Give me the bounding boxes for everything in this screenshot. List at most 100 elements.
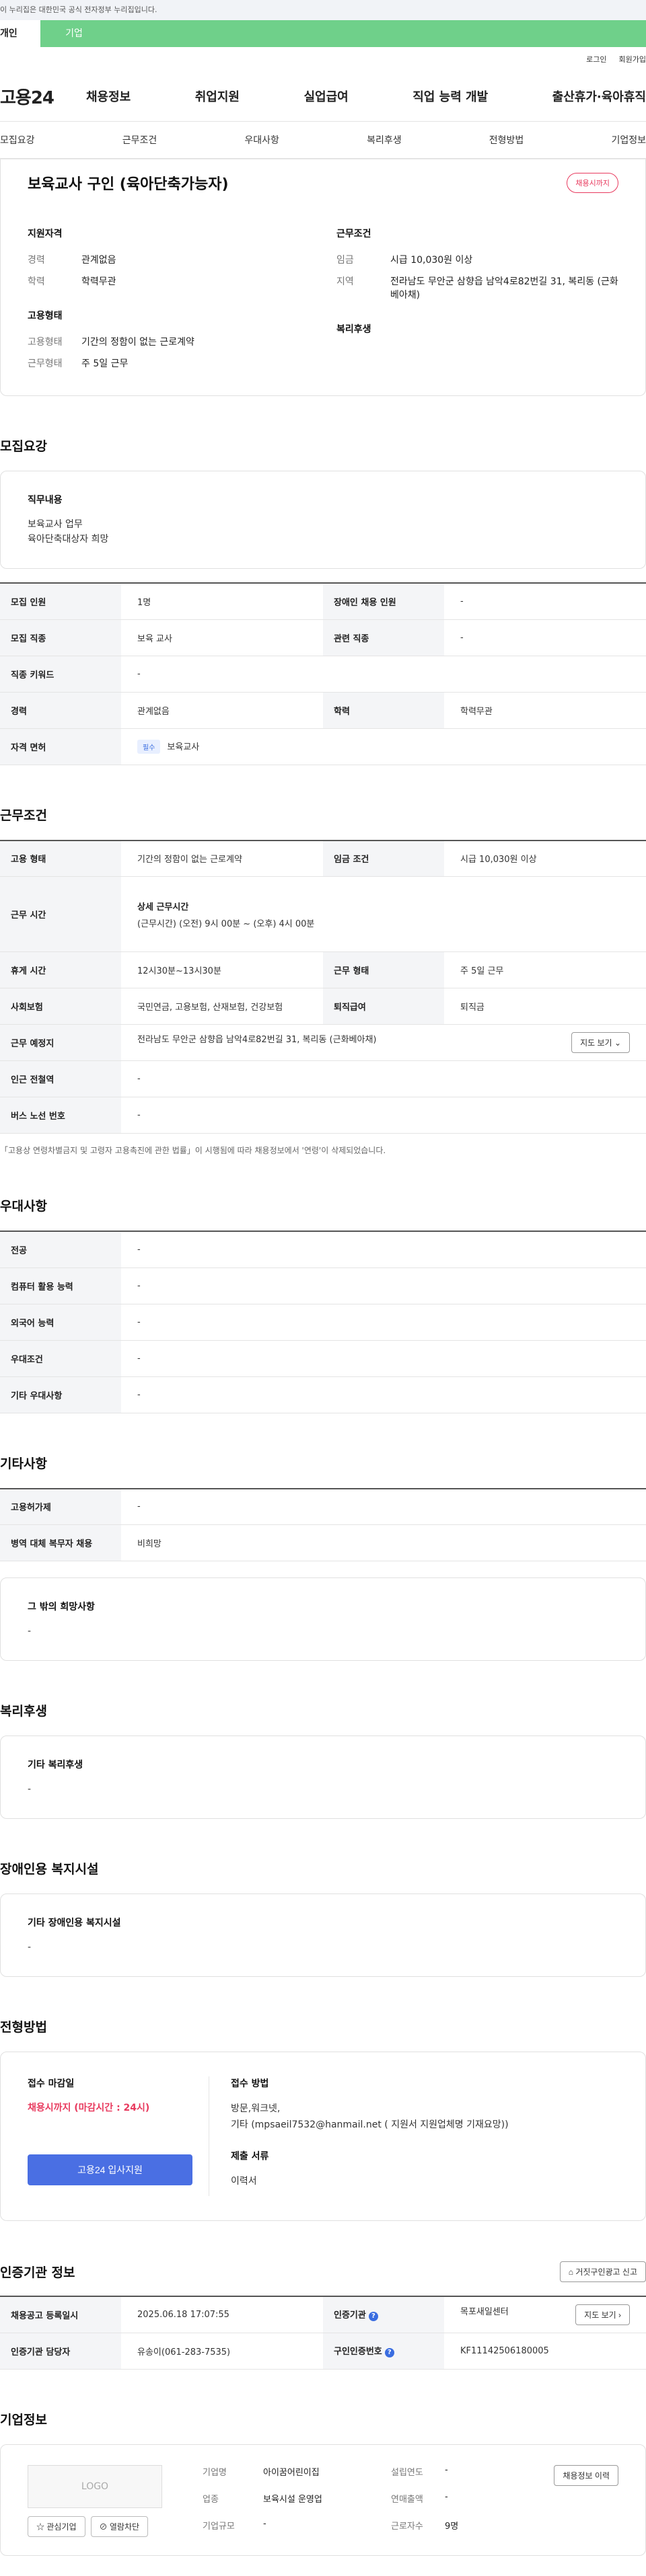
row-value: 비희망 — [121, 1524, 646, 1561]
duty-line: 보육교사 업무 — [28, 519, 83, 530]
anchor-work-conditions[interactable]: 근무조건 — [122, 133, 157, 147]
row-value: 전라남도 무안군 삼향읍 남악4로82번길 31, 복리동 (근화베아채) 지도 … — [121, 1024, 646, 1061]
row-label: 채용공고 등록일시 — [0, 2296, 121, 2333]
table-row: 기타 우대사항 - — [0, 1376, 646, 1413]
anchor-selection[interactable]: 전형방법 — [489, 133, 524, 147]
gov-banner: 이 누리집은 대한민국 공식 전자정부 누리집입니다. — [0, 0, 646, 20]
docs-value: 이력서 — [231, 2176, 257, 2187]
work-table: 고용 형태 기간의 정함이 없는 근로계약 임금 조건 시급 10,030원 이상 … — [0, 839, 646, 1134]
house-icon: ⌂ — [568, 2267, 573, 2277]
page: 이 누리집은 대한민국 공식 전자정부 누리집입니다. 개인 기업 로그인 회원… — [0, 0, 646, 2556]
disabled-sub-heading: 기타 장애인용 복지시설 — [28, 1918, 121, 1928]
emp-value: 주 5일 근무 — [81, 358, 129, 369]
site-logo[interactable]: 고용24 — [0, 84, 86, 109]
qual-value: 관계없음 — [81, 255, 116, 266]
company-field-value: 보육시설 운영업 — [263, 2494, 322, 2505]
other-wishes-card: 그 밖의 희망사항 - — [0, 1577, 646, 1661]
row-label: 외국어 능력 — [0, 1304, 121, 1341]
row-value: - — [121, 1304, 646, 1341]
agency-map-label: 지도 보기 — [584, 2310, 616, 2320]
table-row: 휴게 시간 12시30분~13시30분 근무 형태 주 5일 근무 — [0, 951, 646, 988]
anchor-preferences[interactable]: 우대사항 — [244, 133, 279, 147]
company-field-value: - — [263, 2518, 266, 2529]
row-value: 12시30분~13시30분 — [121, 951, 323, 988]
qual-label: 학력 — [28, 276, 45, 287]
row-label: 인근 전철역 — [0, 1060, 121, 1097]
gnb-unemployment-benefit[interactable]: 실업급여 — [304, 87, 349, 105]
gnb-skill-development[interactable]: 직업 능력 개발 — [412, 87, 488, 105]
welfare-sub-heading: 기타 복리후생 — [28, 1760, 83, 1770]
info-icon[interactable]: ? — [384, 2348, 394, 2357]
row-label: 휴게 시간 — [0, 951, 121, 988]
favorite-company-button[interactable]: ☆ 관심기업 — [28, 2515, 85, 2537]
table-row: 근무 시간 상세 근무시간 (근무시간) (오전) 9시 00분 ~ (오후) 4… — [0, 876, 646, 952]
row-value: - — [121, 1267, 646, 1304]
company-field-label: 업종 — [203, 2494, 219, 2505]
block-view-button[interactable]: ⊘ 열람차단 — [90, 2515, 149, 2537]
agency-map-button[interactable]: 지도 보기 › — [575, 2304, 630, 2325]
gnb-jobs[interactable]: 채용정보 — [86, 87, 131, 105]
method-heading: 접수 방법 — [231, 2078, 269, 2089]
signup-link[interactable]: 회원가입 — [619, 54, 646, 65]
apply-button[interactable]: 고용24 입사지원 — [28, 2154, 192, 2185]
row-label: 직종 키워드 — [0, 656, 121, 693]
deadline-heading: 접수 마감일 — [28, 2078, 75, 2089]
row-value: - — [121, 1060, 646, 1097]
row-label: 근무 예정지 — [0, 1024, 121, 1061]
qualification-heading: 지원자격 — [28, 229, 63, 239]
row-label: 전공 — [0, 1231, 121, 1268]
row-value: 목포새일센터 지도 보기 › — [444, 2296, 646, 2333]
license-value: 보육교사 — [167, 742, 200, 752]
company-field-value: - — [445, 2491, 448, 2502]
star-icon: ☆ — [36, 2522, 45, 2532]
row-label: 기타 우대사항 — [0, 1376, 121, 1413]
cert-agency-label: 인증기관 — [334, 2310, 366, 2321]
anchor-company[interactable]: 기업정보 — [611, 133, 646, 147]
table-row: 인증기관 담당자 유송이(061-283-7535) 구인인증번호? KF1114… — [0, 2333, 646, 2370]
report-fake-ad-label: 거짓구인광고 신고 — [575, 2267, 637, 2277]
conditions-heading: 근무조건 — [336, 229, 371, 239]
anchor-recruit[interactable]: 모집요강 — [0, 133, 35, 147]
disabled-card: 기타 장애인용 복지시설 - — [0, 1894, 646, 1977]
row-value: 2025.06.18 17:07:55 — [121, 2296, 323, 2333]
duty-heading: 직무내용 — [28, 495, 63, 506]
tab-company[interactable]: 기업 — [40, 20, 108, 47]
row-label: 퇴직급여 — [323, 988, 444, 1025]
job-history-button[interactable]: 채용정보 이력 — [554, 2464, 618, 2486]
row-value: 시급 10,030원 이상 — [444, 840, 646, 877]
info-icon[interactable]: ? — [368, 2312, 378, 2322]
tab-personal[interactable]: 개인 — [0, 20, 40, 47]
company-info-grid: 기업명 아이꿈어린이집 설립연도 - 업종 보육시설 운영업 연매출액 - 기업규모 - … — [176, 2465, 554, 2535]
table-row: 고용 형태 기간의 정함이 없는 근로계약 임금 조건 시급 10,030원 이상 — [0, 840, 646, 877]
job-title: 보육교사 구인 (육아단축가능자) — [28, 176, 229, 193]
duty-line: 육아단축대상자 희망 — [28, 534, 109, 545]
other-wishes-heading: 그 밖의 희망사항 — [28, 1602, 95, 1612]
gnb-employment-support[interactable]: 취업지원 — [195, 87, 240, 105]
row-label: 장애인 채용 인원 — [323, 583, 444, 620]
table-row: 컴퓨터 활용 능력 - — [0, 1267, 646, 1304]
row-label: 인증기관 담당자 — [0, 2333, 121, 2370]
gnb-parental-leave[interactable]: 출산휴가·육아휴직 — [552, 87, 646, 105]
row-value: 필수 보육교사 — [121, 728, 646, 765]
global-nav: 고용24 채용정보 취업지원 실업급여 직업 능력 개발 출산휴가·육아휴직 — [0, 71, 646, 122]
row-value: 1명 — [121, 583, 323, 620]
qual-label: 경력 — [28, 255, 45, 266]
row-value: - — [121, 1231, 646, 1268]
row-value: - — [121, 1488, 646, 1525]
company-field-label: 기업명 — [203, 2467, 227, 2478]
row-label: 구인인증번호? — [323, 2333, 444, 2370]
pref-section-title: 우대사항 — [0, 1199, 47, 1214]
section-anchor-nav: 모집요강 근무조건 우대사항 복리후생 전형방법 기업정보 — [0, 122, 646, 159]
row-label: 근무 형태 — [323, 951, 444, 988]
map-view-button[interactable]: 지도 보기 ⌄ — [571, 1032, 630, 1053]
company-section-title: 기업정보 — [0, 2412, 47, 2427]
login-link[interactable]: 로그인 — [586, 54, 606, 65]
row-label: 관련 직종 — [323, 619, 444, 656]
table-row: 외국어 능력 - — [0, 1304, 646, 1341]
cond-label: 지역 — [336, 276, 354, 287]
report-fake-ad-button[interactable]: ⌂ 거짓구인광고 신고 — [559, 2261, 646, 2282]
table-row: 모집 인원 1명 장애인 채용 인원 - — [0, 583, 646, 620]
anchor-welfare[interactable]: 복리후생 — [367, 133, 402, 147]
company-field-value: 9명 — [445, 2521, 459, 2532]
row-value: - — [444, 619, 646, 656]
